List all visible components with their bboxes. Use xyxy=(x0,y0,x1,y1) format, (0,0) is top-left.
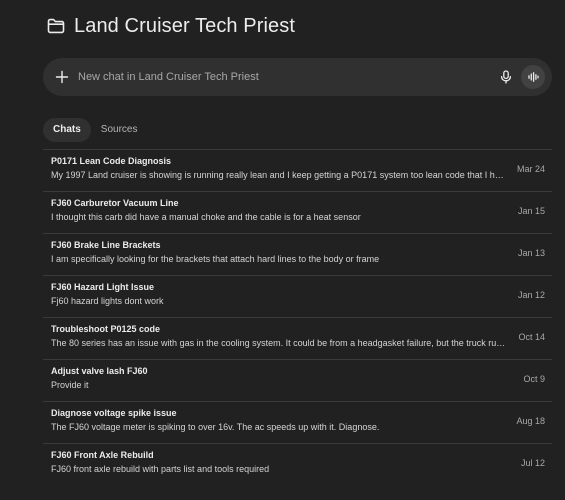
project-title: Land Cruiser Tech Priest xyxy=(74,14,296,37)
tab-chats[interactable]: Chats xyxy=(43,118,91,142)
project-header: Land Cruiser Tech Priest xyxy=(43,13,552,39)
chat-preview: I am specifically looking for the bracke… xyxy=(51,254,380,264)
chat-title: P0171 Lean Code Diagnosis xyxy=(51,156,172,166)
tab-sources[interactable]: Sources xyxy=(91,118,148,142)
new-chat-input[interactable] xyxy=(78,67,499,87)
chat-date: Aug 18 xyxy=(516,416,545,426)
chat-preview: My 1997 Land cruiser is showing is runni… xyxy=(51,170,506,180)
chat-date: Mar 24 xyxy=(516,164,545,174)
chat-list-item[interactable]: Adjust valve lash FJ60 Provide it Oct 9 xyxy=(43,359,552,401)
chat-preview: The FJ60 voltage meter is spiking to ove… xyxy=(51,422,380,432)
chat-date: Jan 13 xyxy=(517,248,545,258)
plus-icon[interactable] xyxy=(55,70,69,84)
chat-list-item[interactable]: Diagnose voltage spike issue The FJ60 vo… xyxy=(43,401,552,443)
folder-icon xyxy=(46,17,66,35)
chat-preview: I thought this carb did have a manual ch… xyxy=(51,212,361,222)
new-chat-composer[interactable] xyxy=(43,58,552,96)
chat-title: FJ60 Carburetor Vacuum Line xyxy=(51,198,179,208)
chat-list-item[interactable]: FJ60 Front Axle Rebuild FJ60 front axle … xyxy=(43,443,552,485)
chat-title: FJ60 Hazard Light Issue xyxy=(51,282,155,292)
project-tabs: Chats Sources xyxy=(43,118,552,142)
chat-date: Jan 15 xyxy=(517,206,545,216)
chat-date: Jul 12 xyxy=(520,458,545,468)
mic-icon[interactable] xyxy=(499,70,513,84)
voice-mode-button[interactable] xyxy=(521,65,545,89)
chat-date: Jan 12 xyxy=(517,290,545,300)
chat-list-item[interactable]: Troubleshoot P0125 code The 80 series ha… xyxy=(43,317,552,359)
chat-preview: FJ60 front axle rebuild with parts list … xyxy=(51,464,270,474)
chat-list-item[interactable]: FJ60 Carburetor Vacuum Line I thought th… xyxy=(43,191,552,233)
project-page: Land Cruiser Tech Priest Chats Sources xyxy=(0,13,565,500)
chat-title: Adjust valve lash FJ60 xyxy=(51,366,148,376)
chat-preview: Provide it xyxy=(51,380,89,390)
voice-waveform-icon xyxy=(528,72,539,82)
chat-date: Oct 9 xyxy=(523,374,545,384)
chat-list: P0171 Lean Code Diagnosis My 1997 Land c… xyxy=(43,149,552,485)
chat-preview: The 80 series has an issue with gas in t… xyxy=(51,338,506,348)
chat-date: Oct 14 xyxy=(518,332,545,342)
chat-preview: Fj60 hazard lights dont work xyxy=(51,296,164,306)
chat-title: FJ60 Front Axle Rebuild xyxy=(51,450,154,460)
chat-title: Diagnose voltage spike issue xyxy=(51,408,177,418)
chat-list-item[interactable]: FJ60 Brake Line Brackets I am specifical… xyxy=(43,233,552,275)
chat-list-item[interactable]: P0171 Lean Code Diagnosis My 1997 Land c… xyxy=(43,149,552,191)
chat-list-item[interactable]: FJ60 Hazard Light Issue Fj60 hazard ligh… xyxy=(43,275,552,317)
chat-title: Troubleshoot P0125 code xyxy=(51,324,161,334)
chat-title: FJ60 Brake Line Brackets xyxy=(51,240,161,250)
